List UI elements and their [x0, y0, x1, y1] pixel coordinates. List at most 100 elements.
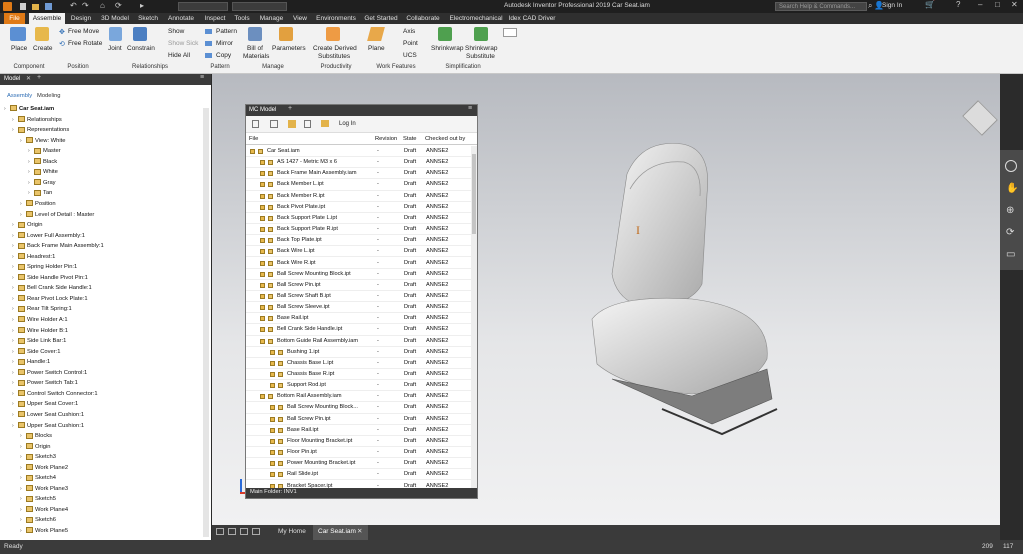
extra-tool-icon[interactable] — [503, 28, 517, 37]
mc-table-row[interactable]: Ball Screw Pin.ipt - Draft ANNSE2 — [246, 414, 471, 425]
tree-item[interactable]: › Rear Tilt Spring:1 — [0, 304, 72, 315]
joint-icon[interactable] — [109, 27, 122, 41]
tree-item[interactable]: › Level of Detail : Master — [0, 210, 94, 221]
search-input[interactable]: Search Help & Commands... — [775, 2, 867, 11]
mc-table-row[interactable]: Back Wire L.ipt - Draft ANNSE2 — [246, 246, 471, 258]
bill-of-materials-label-2[interactable]: Materials — [243, 53, 269, 60]
car-seat-model[interactable]: I — [572, 134, 822, 444]
col-state[interactable]: State — [403, 134, 417, 145]
cascade-view-icon[interactable] — [228, 528, 236, 535]
redo-icon[interactable]: ↷ — [82, 1, 89, 10]
tree-item[interactable]: › Wire Holder B:1 — [0, 326, 68, 337]
axis-button[interactable]: Axis — [403, 28, 415, 35]
mc-table-row[interactable]: Bottom Rail Assembly.iam - Draft ANNSE2 — [246, 391, 471, 403]
mc-table-row[interactable]: Bushing 1.ipt - Draft ANNSE2 — [246, 347, 471, 358]
tab-assemble[interactable]: Assemble — [29, 13, 65, 24]
mc-model-tab[interactable]: MC Model — [249, 107, 276, 113]
group-position-label[interactable]: Position — [56, 64, 100, 73]
shrinkwrap-substitute-label-1[interactable]: Shrinkwrap — [465, 45, 498, 52]
tree-item[interactable]: › Sketch6 — [0, 515, 56, 526]
arrange-view-icon[interactable] — [240, 528, 248, 535]
edit-icon[interactable] — [270, 120, 278, 128]
undo-icon[interactable]: ↶ — [70, 1, 77, 10]
tab-sketch[interactable]: Sketch — [135, 13, 161, 24]
create-derived-label-2[interactable]: Substitutes — [318, 53, 350, 60]
tree-item[interactable]: › Sketch5 — [0, 494, 56, 505]
free-move-button[interactable]: Free Move — [68, 28, 99, 35]
home-icon[interactable]: ⌂ — [100, 1, 105, 10]
show-button[interactable]: Show — [168, 28, 184, 35]
close-tab-icon[interactable]: ✕ — [357, 527, 362, 535]
tree-item[interactable]: › Work Plane2 — [0, 463, 68, 474]
mc-table-row[interactable]: Back Pivot Plate.ipt - Draft ANNSE2 — [246, 202, 471, 213]
create-derived-icon[interactable] — [326, 27, 340, 41]
select-icon[interactable]: ▸ — [140, 1, 144, 10]
tree-scrollbar[interactable] — [203, 108, 209, 537]
tab-annotate[interactable]: Annotate — [164, 13, 198, 24]
joint-button[interactable]: Joint — [108, 45, 122, 52]
tree-item[interactable]: › Origin — [0, 442, 50, 453]
tree-item[interactable]: › Wire Holder A:1 — [0, 315, 68, 326]
tab-view[interactable]: View — [289, 13, 311, 24]
tab-inspect[interactable]: Inspect — [201, 13, 229, 24]
tree-item[interactable]: › Work Plane4 — [0, 505, 68, 516]
shrinkwrap-icon[interactable] — [438, 27, 452, 41]
tree-item[interactable]: › Blocks — [0, 431, 52, 442]
mc-table-row[interactable]: Back Member L.ipt - Draft ANNSE2 — [246, 179, 471, 191]
tree-item[interactable]: › Car Seat.iam — [0, 104, 54, 115]
mirror-button[interactable]: Mirror — [216, 40, 233, 47]
shrinkwrap-substitute-icon[interactable] — [474, 27, 488, 41]
create-icon[interactable] — [35, 27, 49, 41]
tree-item[interactable]: › Upper Seat Cushion:1 — [0, 421, 84, 432]
mc-table-row[interactable]: Car Seat.iam - Draft ANNSE2 — [246, 146, 471, 158]
tree-item[interactable]: › Black — [0, 157, 57, 168]
free-rotate-button[interactable]: Free Rotate — [68, 40, 102, 47]
mc-table-row[interactable]: Bell Crank Side Handle.ipt - Draft ANNSE2 — [246, 324, 471, 336]
tab-tools[interactable]: Tools — [231, 13, 253, 24]
tab-car-seat[interactable]: Car Seat.iam ✕ — [313, 525, 368, 540]
tree-item[interactable]: › Power Switch Tab:1 — [0, 378, 78, 389]
tree-item[interactable]: › Work Plane5 — [0, 526, 68, 537]
mc-table-row[interactable]: Floor Mounting Bracket.ipt - Draft ANNSE2 — [246, 436, 471, 448]
tile-view-icon[interactable] — [216, 528, 224, 535]
constrain-button[interactable]: Constrain — [127, 45, 155, 52]
mc-table-row[interactable]: Back Top Plate.ipt - Draft ANNSE2 — [246, 235, 471, 247]
mc-table-row[interactable]: Back Support Plate R.ipt - Draft ANNSE2 — [246, 224, 471, 236]
place-icon[interactable] — [10, 27, 26, 41]
tree-item[interactable]: › Position — [0, 199, 56, 210]
mc-table-row[interactable]: Ball Screw Sleeve.ipt - Draft ANNSE2 — [246, 302, 471, 314]
modeling-tab[interactable]: Modeling — [37, 93, 61, 99]
tree-item[interactable]: › Side Link Bar:1 — [0, 336, 66, 347]
plane-icon[interactable] — [367, 27, 385, 41]
mc-table-row[interactable]: Back Support Plate L.ipt - Draft ANNSE2 — [246, 213, 471, 225]
tree-item[interactable]: › Origin — [0, 220, 42, 231]
parameters-icon[interactable] — [279, 27, 293, 41]
tree-item[interactable]: › Spring Holder Pin:1 — [0, 262, 77, 273]
tree-item[interactable]: › Work Plane3 — [0, 484, 68, 495]
group-manage-label[interactable]: Manage — [241, 64, 305, 73]
hide-all-button[interactable]: Hide All — [168, 52, 190, 59]
viewcube[interactable] — [962, 100, 998, 136]
pan-icon[interactable]: ✋ — [1006, 183, 1018, 194]
create-derived-label-1[interactable]: Create Derived — [313, 45, 357, 52]
mc-table-row[interactable]: Ball Screw Mounting Block... - Draft ANNSE2 — [246, 402, 471, 414]
tree-item[interactable]: › Gray — [0, 178, 56, 189]
help-icon[interactable]: ? — [956, 0, 960, 9]
add-tab-icon[interactable]: + — [37, 74, 41, 81]
bill-of-materials-icon[interactable] — [248, 27, 262, 41]
tree-item[interactable]: › Handle:1 — [0, 357, 50, 368]
mc-table-row[interactable]: AS 1427 - Metric M3 x 6 - Draft ANNSE2 — [246, 157, 471, 169]
mc-table-row[interactable]: Chassis Base R.ipt - Draft ANNSE2 — [246, 369, 471, 381]
mc-table-row[interactable]: Back Member R.ipt - Draft ANNSE2 — [246, 191, 471, 202]
minimize-button[interactable]: – — [978, 0, 982, 9]
cart-icon[interactable]: 🛒 — [925, 0, 935, 9]
mc-table-row[interactable]: Base Rail.ipt - Draft ANNSE2 — [246, 313, 471, 325]
mc-table-row[interactable]: Back Wire R.ipt - Draft ANNSE2 — [246, 258, 471, 269]
mc-table-row[interactable]: Chassis Base L.ipt - Draft ANNSE2 — [246, 358, 471, 369]
mc-add-tab-icon[interactable]: + — [288, 105, 292, 112]
place-button[interactable]: Place — [11, 45, 27, 52]
tab-file[interactable]: File — [4, 13, 25, 24]
parameters-button[interactable]: Parameters — [272, 45, 306, 52]
tree-item[interactable]: › Power Switch Control:1 — [0, 368, 87, 379]
tab-idex-cad-driver[interactable]: Idex CAD Driver — [508, 13, 556, 24]
